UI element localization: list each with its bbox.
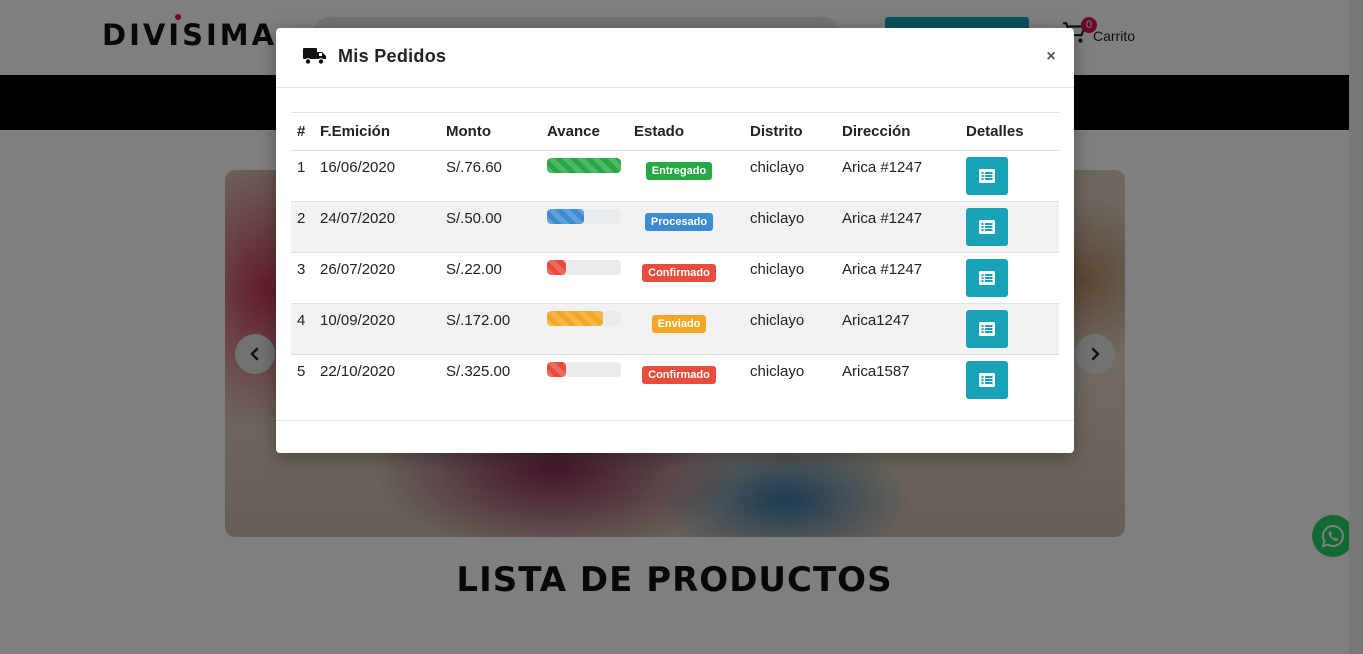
order-details-button[interactable] (966, 157, 1008, 195)
order-district: chiclayo (750, 159, 805, 176)
order-status-cell: Enviado (628, 304, 744, 355)
status-badge: Confirmado (642, 264, 716, 282)
list-icon (979, 373, 995, 387)
order-address: Arica #1247 (842, 261, 923, 278)
header-row: # F.Emición Monto Avance Estado Distrito Direc… (291, 112, 1059, 151)
list-icon (979, 220, 995, 234)
order-progress-bar (547, 311, 621, 326)
order-progress-cell (541, 304, 628, 355)
order-progress-fill (547, 362, 566, 377)
order-progress-cell (541, 202, 628, 253)
order-progress-fill (547, 158, 621, 173)
order-district: chiclayo (750, 363, 805, 380)
modal-footer (276, 420, 1074, 453)
order-amount: S/.325.00 (446, 363, 511, 380)
order-number: 5 (297, 363, 306, 380)
column-header-fecha: F.Emición (320, 123, 391, 140)
list-icon (979, 169, 995, 183)
order-details-button[interactable] (966, 310, 1008, 348)
status-badge: Enviado (651, 315, 707, 333)
order-progress-fill (547, 311, 603, 326)
order-details-button[interactable] (966, 361, 1008, 399)
order-row: 3 26/07/2020 S/.22.00 Confirmado chiclayo Ari… (291, 253, 1059, 304)
list-icon (979, 271, 995, 285)
order-district: chiclayo (750, 210, 805, 227)
status-badge: Confirmado (642, 366, 716, 384)
order-number: 4 (297, 312, 306, 329)
order-date: 26/07/2020 (320, 261, 396, 278)
order-date: 22/10/2020 (320, 363, 396, 380)
order-address: Arica1247 (842, 312, 910, 329)
order-progress-cell (541, 253, 628, 304)
order-progress-bar (547, 260, 621, 275)
order-details-cell (960, 202, 1059, 253)
truck-icon (303, 48, 326, 65)
close-button[interactable]: × (1044, 48, 1058, 66)
order-row: 4 10/09/2020 S/.172.00 Enviado chiclayo Arica… (291, 303, 1059, 355)
order-progress-bar (547, 158, 621, 173)
orders-table-wrapper: # F.Emición Monto Avance Estado Distrito Direc… (291, 112, 1059, 406)
order-row: 5 22/10/2020 S/.325.00 Confirmado chiclayo Ar… (291, 355, 1059, 406)
list-icon (979, 322, 995, 336)
order-row: 1 16/06/2020 S/.76.60 Entregado chiclayo Aric… (291, 151, 1059, 202)
order-progress-fill (547, 260, 566, 275)
modal-header: Mis Pedidos × (276, 28, 1074, 88)
status-badge: Procesado (644, 213, 714, 231)
order-address: Arica1587 (842, 363, 910, 380)
order-status-cell: Confirmado (628, 253, 744, 304)
order-amount: S/.76.60 (446, 159, 502, 176)
order-district: chiclayo (750, 261, 805, 278)
order-date: 24/07/2020 (320, 210, 396, 227)
order-address: Arica #1247 (842, 210, 923, 227)
column-header-num: # (297, 123, 306, 140)
order-amount: S/.172.00 (446, 312, 511, 329)
order-details-cell (960, 304, 1059, 355)
order-status-cell: Confirmado (628, 355, 744, 406)
status-badge: Entregado (645, 162, 713, 180)
order-progress-cell (541, 151, 628, 202)
order-details-cell (960, 355, 1059, 406)
order-row: 2 24/07/2020 S/.50.00 Procesado chiclayo Aric… (291, 201, 1059, 253)
column-header-distrito: Distrito (750, 123, 803, 140)
column-header-estado: Estado (634, 123, 685, 140)
order-amount: S/.50.00 (446, 210, 502, 227)
order-progress-bar (547, 209, 621, 224)
order-address: Arica #1247 (842, 159, 923, 176)
order-progress-bar (547, 362, 621, 377)
order-number: 2 (297, 210, 306, 227)
order-details-button[interactable] (966, 259, 1008, 297)
orders-modal: Mis Pedidos × # F.Emición Monto Avance Estad… (276, 28, 1074, 453)
order-status-cell: Procesado (628, 202, 744, 253)
order-date: 16/06/2020 (320, 159, 396, 176)
order-details-button[interactable] (966, 208, 1008, 246)
column-header-direccion: Dirección (842, 123, 911, 140)
order-details-cell (960, 253, 1059, 304)
order-number: 1 (297, 159, 306, 176)
order-details-cell (960, 151, 1059, 202)
order-progress-cell (541, 355, 628, 406)
modal-title: Mis Pedidos (338, 46, 447, 66)
order-amount: S/.22.00 (446, 261, 502, 278)
orders-table: # F.Emición Monto Avance Estado Distrito Direc… (291, 112, 1059, 406)
orders-table-body: 1 16/06/2020 S/.76.60 Entregado chiclayo Aric… (291, 151, 1059, 406)
column-header-monto: Monto (446, 123, 491, 140)
order-progress-fill (547, 209, 584, 224)
order-date: 10/09/2020 (320, 312, 396, 329)
orders-table-head: # F.Emición Monto Avance Estado Distrito Direc… (291, 112, 1059, 151)
column-header-avance: Avance (547, 123, 600, 140)
order-status-cell: Entregado (628, 151, 744, 202)
order-number: 3 (297, 261, 306, 278)
column-header-detalles: Detalles (966, 123, 1024, 140)
order-district: chiclayo (750, 312, 805, 329)
